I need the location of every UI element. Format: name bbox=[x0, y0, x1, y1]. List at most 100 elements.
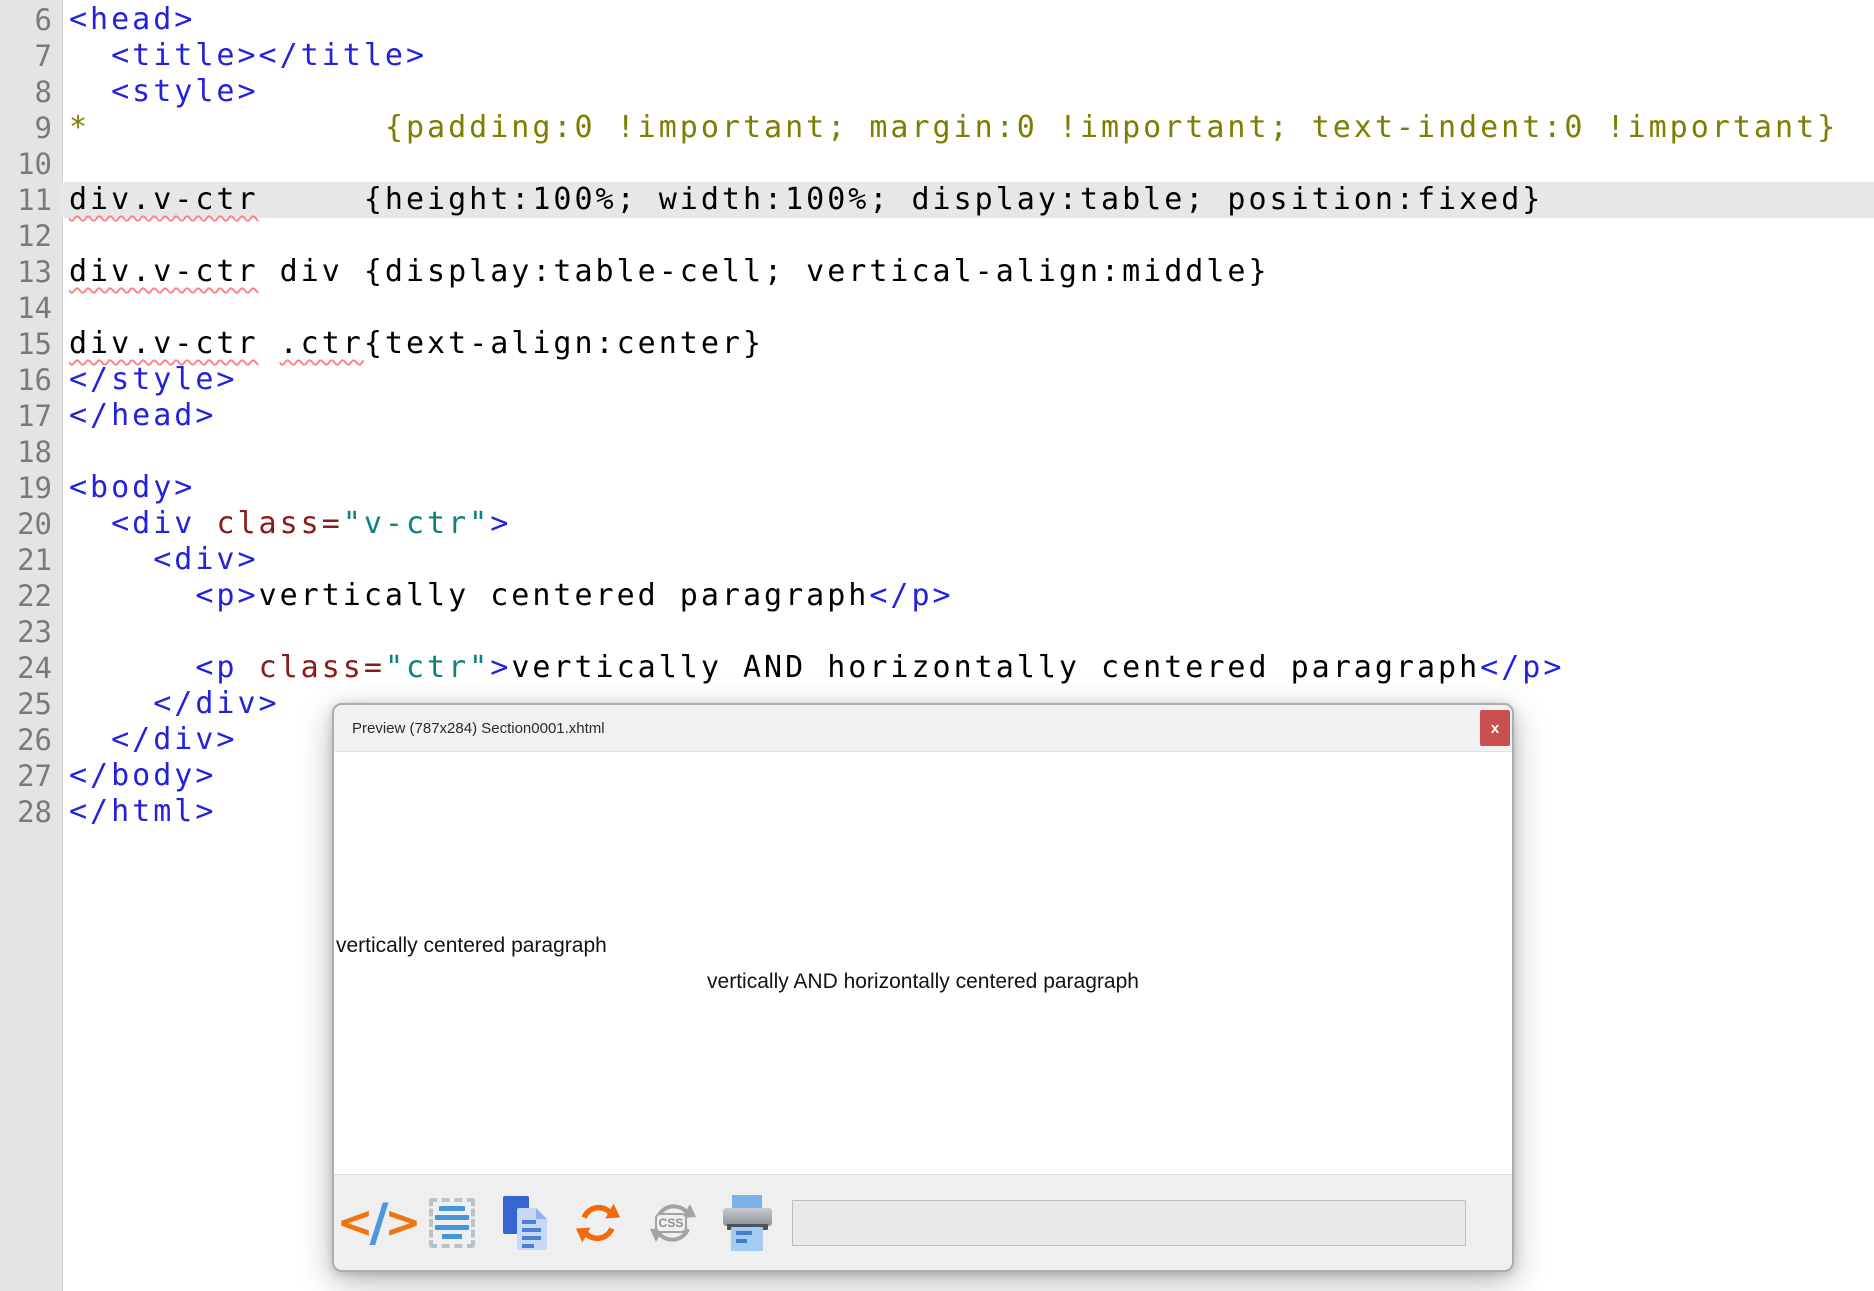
line-number: 8 bbox=[34, 75, 52, 109]
line-number: 25 bbox=[17, 687, 52, 721]
close-button[interactable]: x bbox=[1480, 710, 1510, 746]
code-segment: .ctr bbox=[279, 326, 364, 361]
code-line-text[interactable]: div.v-ctr div {display:table-cell; verti… bbox=[62, 254, 1874, 290]
code-line-text[interactable] bbox=[62, 434, 1874, 470]
app-window: 6 <head> 7 <title></title> 8 <style> 9 * {pad… bbox=[0, 0, 1874, 1291]
code-segment: </p> bbox=[1480, 650, 1565, 685]
code-line-text[interactable] bbox=[62, 146, 1874, 182]
code-segment: div {display:table-cell; vertical-align:… bbox=[258, 254, 1270, 289]
code-segment: <body> bbox=[69, 470, 196, 505]
line-number: 28 bbox=[17, 795, 52, 829]
code-segment: class= bbox=[216, 506, 343, 541]
copy-button[interactable] bbox=[496, 1194, 554, 1252]
code-line-text[interactable] bbox=[62, 614, 1874, 650]
code-line[interactable]: 18 bbox=[0, 434, 1874, 470]
code-segment: {text-align:center} bbox=[363, 326, 765, 361]
code-line-text[interactable] bbox=[62, 290, 1874, 326]
code-segment: <div bbox=[111, 506, 217, 541]
code-line-text[interactable]: <div class="v-ctr"> bbox=[62, 506, 1874, 542]
preview-filter-input[interactable] bbox=[792, 1199, 1466, 1246]
code-line[interactable]: 9 * {padding:0 !important; margin:0 !impo… bbox=[0, 110, 1874, 146]
code-line-text[interactable]: div.v-ctr .ctr{text-align:center} bbox=[62, 326, 1874, 362]
code-segment: </div> bbox=[153, 686, 280, 721]
code-line[interactable]: 21 <div> bbox=[0, 542, 1874, 578]
preview-content: vertically centered paragraph vertically… bbox=[334, 752, 1512, 1174]
code-segment: </div> bbox=[111, 722, 238, 757]
line-number: 27 bbox=[17, 759, 52, 793]
code-line[interactable]: 17 </head> bbox=[0, 398, 1874, 434]
code-segment: class= bbox=[258, 650, 385, 685]
code-segment: <div> bbox=[153, 542, 259, 577]
code-segment: "v-ctr" bbox=[342, 506, 491, 541]
preview-dialog-titlebar[interactable]: Preview (787x284) Section0001.xhtml x bbox=[334, 705, 1512, 752]
angle-right-glyph: > bbox=[384, 1196, 422, 1248]
code-line[interactable]: 24 <p class="ctr">vertically AND horizon… bbox=[0, 650, 1874, 686]
code-line-text[interactable]: <p>vertically centered paragraph</p> bbox=[62, 578, 1874, 614]
preview-dialog: Preview (787x284) Section0001.xhtml x ve… bbox=[332, 703, 1514, 1272]
code-line-text[interactable]: * {padding:0 !important; margin:0 !impor… bbox=[62, 110, 1874, 146]
line-number: 22 bbox=[17, 579, 52, 613]
line-number: 19 bbox=[17, 471, 52, 505]
code-line-text[interactable]: </style> bbox=[62, 362, 1874, 398]
inspect-css-icon: CSS bbox=[648, 1198, 696, 1248]
code-line[interactable]: 19 <body> bbox=[0, 470, 1874, 506]
code-line-text[interactable]: <head> bbox=[62, 2, 1874, 38]
code-line[interactable]: 11 div.v-ctr {height:100%; width:100%; di… bbox=[0, 182, 1874, 218]
line-number: 6 bbox=[34, 3, 52, 37]
code-segment: </style> bbox=[69, 362, 238, 397]
code-segment: </head> bbox=[69, 398, 217, 433]
code-line-text[interactable]: </head> bbox=[62, 398, 1874, 434]
code-line-text[interactable]: <title></title> bbox=[62, 38, 1874, 74]
code-segment: vertically centered paragraph bbox=[258, 578, 870, 613]
code-line[interactable]: 13 div.v-ctr div {display:table-cell; ver… bbox=[0, 254, 1874, 290]
code-line-text[interactable]: <body> bbox=[62, 470, 1874, 506]
code-line[interactable]: 12 bbox=[0, 218, 1874, 254]
refresh-button[interactable] bbox=[569, 1194, 627, 1252]
code-line[interactable]: 23 bbox=[0, 614, 1874, 650]
refresh-icon bbox=[575, 1203, 621, 1242]
code-line-text[interactable]: div.v-ctr {height:100%; width:100%; disp… bbox=[62, 182, 1874, 218]
print-button[interactable] bbox=[715, 1194, 773, 1252]
code-line-text[interactable]: <div> bbox=[62, 542, 1874, 578]
line-number: 7 bbox=[34, 39, 52, 73]
line-number: 9 bbox=[34, 111, 52, 145]
code-segment: > bbox=[490, 506, 512, 541]
code-line-text[interactable]: <p class="ctr">vertically AND horizontal… bbox=[62, 650, 1874, 686]
inspect-css-button[interactable]: CSS bbox=[642, 1194, 700, 1252]
code-line[interactable]: 10 bbox=[0, 146, 1874, 182]
code-line-text[interactable]: <style> bbox=[62, 74, 1874, 110]
code-line[interactable]: 7 <title></title> bbox=[0, 38, 1874, 74]
code-line[interactable]: 6 <head> bbox=[0, 2, 1874, 38]
code-line-text[interactable] bbox=[62, 218, 1874, 254]
code-segment: <style> bbox=[111, 74, 259, 109]
code-segment: vertically AND horizontally centered par… bbox=[511, 650, 1481, 685]
code-segment: * {padding:0 !important; margin:0 !impor… bbox=[69, 110, 1839, 145]
code-line[interactable]: 14 bbox=[0, 290, 1874, 326]
code-view-icon: < / > bbox=[337, 1197, 422, 1249]
line-number: 17 bbox=[17, 399, 52, 433]
line-number: 18 bbox=[17, 435, 52, 469]
code-line[interactable]: 22 <p>vertically centered paragraph</p> bbox=[0, 578, 1874, 614]
print-icon bbox=[721, 1194, 772, 1252]
line-number: 10 bbox=[17, 147, 52, 181]
line-number: 11 bbox=[17, 183, 52, 217]
code-line[interactable]: 8 <style> bbox=[0, 74, 1874, 110]
line-number: 16 bbox=[17, 363, 52, 397]
preview-paragraph-left: vertically centered paragraph bbox=[336, 933, 607, 957]
preview-toolbar: < / > CSS bbox=[334, 1174, 1512, 1270]
code-line[interactable]: 16 </style> bbox=[0, 362, 1874, 398]
code-line[interactable]: 15 div.v-ctr .ctr{text-align:center} bbox=[0, 326, 1874, 362]
select-all-button[interactable] bbox=[423, 1194, 481, 1252]
code-line[interactable]: 20 <div class="v-ctr"> bbox=[0, 506, 1874, 542]
line-number: 26 bbox=[17, 723, 52, 757]
code-view-button[interactable]: < / > bbox=[337, 1194, 422, 1252]
code-segment: > bbox=[490, 650, 512, 685]
line-number: 14 bbox=[17, 291, 52, 325]
